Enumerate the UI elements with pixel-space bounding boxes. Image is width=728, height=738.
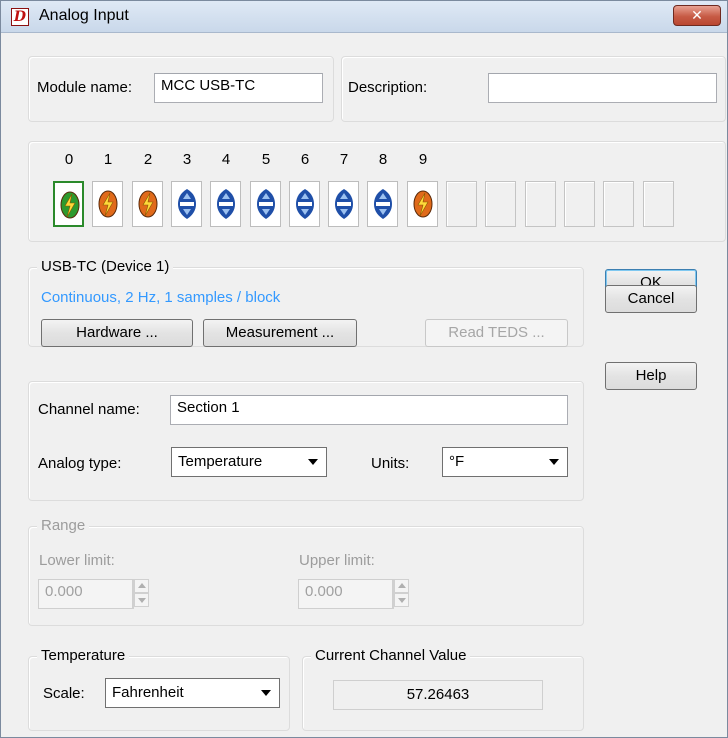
channel-name-input[interactable]: Section 1 — [170, 395, 568, 425]
channel-active-icon — [138, 190, 158, 218]
app-logo-icon: D — [11, 8, 29, 26]
analog-type-label: Analog type: — [38, 455, 122, 472]
channel-inactive-icon — [374, 189, 392, 219]
scale-select[interactable]: Fahrenheit — [105, 678, 280, 708]
channel-number: 6 — [300, 151, 310, 168]
channel-number: 3 — [182, 151, 192, 168]
channel-slot-empty — [485, 181, 516, 227]
channel-number: 1 — [103, 151, 113, 168]
channel-slot-1[interactable] — [92, 181, 123, 227]
channel-number: 0 — [64, 151, 74, 168]
module-name-input[interactable]: MCC USB-TC — [154, 73, 323, 103]
channel-name-label: Channel name: — [38, 401, 140, 418]
channel-slot-empty — [525, 181, 556, 227]
module-name-label: Module name: — [37, 79, 133, 96]
units-select[interactable]: °F — [442, 447, 568, 477]
channel-slot-7[interactable] — [328, 181, 359, 227]
channel-active-icon — [413, 190, 433, 218]
range-group: Range — [28, 517, 584, 626]
upper-limit-label: Upper limit: — [299, 552, 375, 569]
spin-down-icon — [134, 593, 149, 607]
current-channel-value: 57.26463 — [333, 680, 543, 710]
analog-type-select[interactable]: Temperature — [171, 447, 327, 477]
chevron-down-icon — [308, 459, 318, 465]
current-value-group-label: Current Channel Value — [311, 647, 471, 664]
channel-inactive-icon — [257, 189, 275, 219]
chevron-down-icon — [549, 459, 559, 465]
channel-active-icon — [98, 190, 118, 218]
channel-active-icon — [60, 191, 80, 219]
lower-limit-stepper — [133, 579, 149, 609]
channel-slot-4[interactable] — [210, 181, 241, 227]
channel-slot-6[interactable] — [289, 181, 320, 227]
units-value: °F — [449, 453, 465, 470]
upper-limit-input: 0.000 — [298, 579, 393, 609]
scale-label: Scale: — [43, 685, 85, 702]
temperature-group-label: Temperature — [37, 647, 130, 664]
channel-slot-9[interactable] — [407, 181, 438, 227]
channel-slot-8[interactable] — [367, 181, 398, 227]
upper-limit-stepper — [393, 579, 409, 609]
channel-slot-empty — [603, 181, 634, 227]
scale-value: Fahrenheit — [112, 684, 184, 701]
channel-slot-3[interactable] — [171, 181, 202, 227]
channel-slot-empty — [446, 181, 477, 227]
channel-slot-empty — [643, 181, 674, 227]
analog-type-value: Temperature — [178, 453, 263, 470]
cancel-button[interactable]: Cancel — [605, 285, 697, 313]
chevron-down-icon — [261, 690, 271, 696]
hardware-button[interactable]: Hardware ... — [41, 319, 193, 347]
channel-number: 7 — [339, 151, 349, 168]
channel-number: 9 — [418, 151, 428, 168]
channel-inactive-icon — [296, 189, 314, 219]
channel-number: 2 — [143, 151, 153, 168]
units-label: Units: — [371, 455, 410, 472]
channel-inactive-icon — [178, 189, 196, 219]
help-button[interactable]: Help — [605, 362, 697, 390]
spin-down-icon — [394, 593, 409, 607]
channel-slot-5[interactable] — [250, 181, 281, 227]
channel-slot-2[interactable] — [132, 181, 163, 227]
spin-up-icon — [394, 579, 409, 593]
channel-number: 5 — [261, 151, 271, 168]
window-title: Analog Input — [39, 7, 129, 24]
read-teds-button: Read TEDS ... — [425, 319, 568, 347]
spin-up-icon — [134, 579, 149, 593]
channel-inactive-icon — [217, 189, 235, 219]
channel-slot-0[interactable] — [53, 181, 84, 227]
channel-number: 4 — [221, 151, 231, 168]
lower-limit-label: Lower limit: — [39, 552, 115, 569]
measurement-button[interactable]: Measurement ... — [203, 319, 357, 347]
device-group-label: USB-TC (Device 1) — [37, 258, 174, 275]
analog-input-dialog: D Analog Input ✕ Module name: MCC USB-TC… — [0, 0, 728, 738]
title-bar[interactable]: D Analog Input ✕ — [1, 1, 727, 33]
channel-slot-empty — [564, 181, 595, 227]
lower-limit-input: 0.000 — [38, 579, 133, 609]
range-group-label: Range — [37, 517, 90, 534]
acquisition-status: Continuous, 2 Hz, 1 samples / block — [41, 289, 281, 306]
description-label: Description: — [348, 79, 428, 96]
close-button[interactable]: ✕ — [673, 5, 721, 26]
channel-inactive-icon — [335, 189, 353, 219]
description-input[interactable] — [488, 73, 717, 103]
channel-number: 8 — [378, 151, 388, 168]
